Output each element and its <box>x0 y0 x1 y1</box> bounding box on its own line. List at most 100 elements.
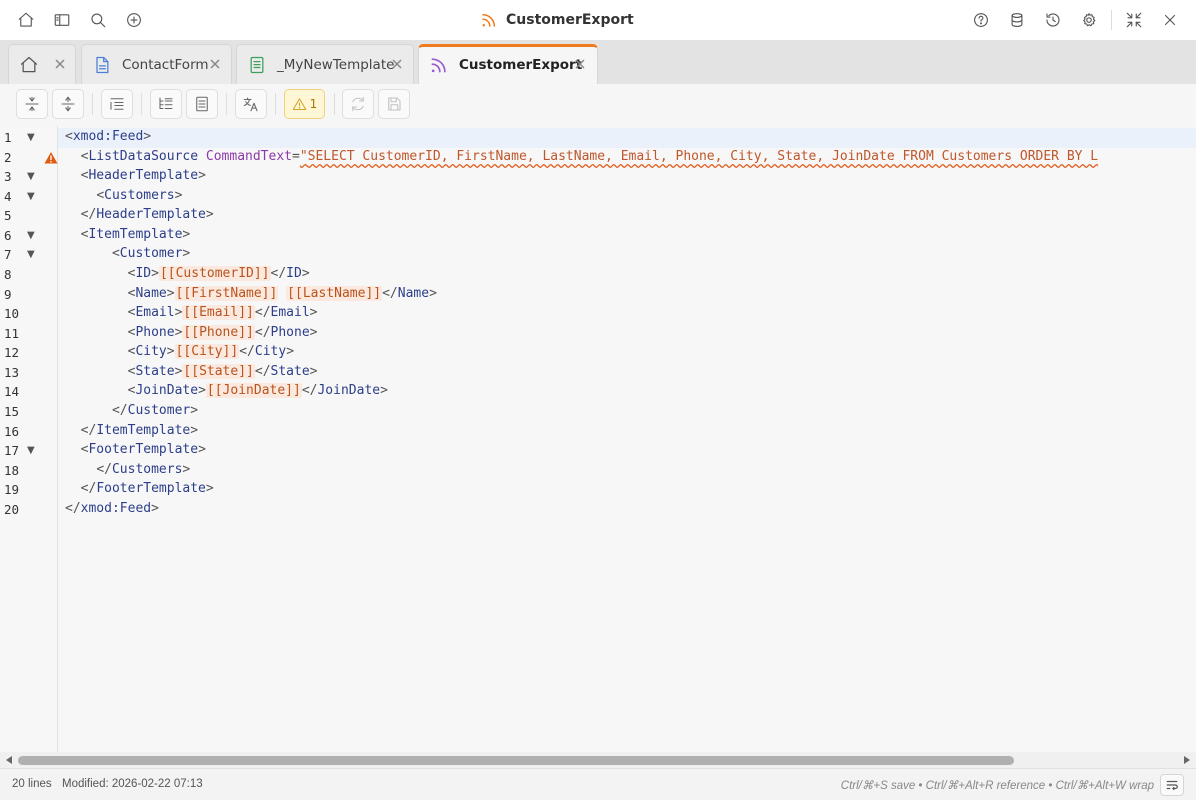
code-line: <xmod:Feed> <box>65 129 152 144</box>
tab-label: CustomerExport <box>459 57 583 73</box>
line-number: 9 <box>4 287 12 302</box>
collapse-all-button[interactable] <box>16 89 48 119</box>
collapse-icon[interactable] <box>1122 8 1146 32</box>
xml-tag: State <box>270 364 310 379</box>
editor-toolbar: 1 <box>0 84 1196 126</box>
line-number: 19 <box>4 482 20 497</box>
xml-tag: FooterTemplate <box>96 481 206 496</box>
template-token: [[FirstName]] <box>174 286 279 301</box>
toolbar-divider <box>226 93 227 115</box>
status-bar: 20 lines Modified: 2026-02-22 07:13 Ctrl… <box>0 768 1196 800</box>
close-icon[interactable] <box>53 57 67 71</box>
line-number: 6 <box>4 228 12 243</box>
database-icon[interactable] <box>1005 8 1029 32</box>
title-bar: CustomerExport <box>0 0 1196 40</box>
history-icon[interactable] <box>1041 8 1065 32</box>
xml-tag: HeaderTemplate <box>88 168 199 183</box>
code-line: <ItemTemplate> <box>80 227 191 242</box>
xml-tag: HeaderTemplate <box>96 207 206 222</box>
tree-view-button[interactable] <box>150 89 182 119</box>
warnings-button[interactable]: 1 <box>284 89 325 119</box>
tab-mynewtemplate[interactable]: _MyNewTemplate <box>236 44 414 84</box>
code-line: </Customers> <box>96 462 191 477</box>
code-line: <ListDataSource CommandText="SELECT Cust… <box>80 149 1099 164</box>
template-token: [[LastName]] <box>286 286 383 301</box>
xml-tag: City <box>254 344 287 359</box>
translate-button[interactable] <box>235 89 267 119</box>
document-icon <box>196 96 208 112</box>
xml-tag: Name <box>135 286 167 301</box>
xml-tag: City <box>135 344 167 359</box>
fold-toggle-icon[interactable]: ▼ <box>27 171 35 182</box>
gear-icon[interactable] <box>1077 8 1101 32</box>
tab-contactform[interactable]: ContactForm <box>81 44 232 84</box>
indent-button[interactable] <box>101 89 133 119</box>
fold-toggle-icon[interactable]: ▼ <box>27 132 35 143</box>
warning-icon <box>292 97 306 110</box>
help-icon[interactable] <box>969 8 993 32</box>
close-icon[interactable] <box>208 57 222 71</box>
toolbar-divider <box>334 93 335 115</box>
line-number: 15 <box>4 404 20 419</box>
line-number: 10 <box>4 306 20 321</box>
tab-home[interactable] <box>8 44 76 84</box>
warning-icon[interactable] <box>44 151 58 165</box>
xml-tag: ListDataSource <box>88 149 199 164</box>
template-token: [[JoinDate]] <box>205 383 302 398</box>
add-icon[interactable] <box>122 8 146 32</box>
xml-tag: Email <box>135 305 175 320</box>
close-icon[interactable] <box>390 57 404 71</box>
sidebar-toggle-icon[interactable] <box>50 8 74 32</box>
xml-tag: Phone <box>270 325 310 340</box>
close-icon[interactable] <box>1158 8 1182 32</box>
template-token: [[City]] <box>174 344 240 359</box>
indent-icon <box>110 98 124 110</box>
code-editor[interactable]: 1 2 3 4 5 6 7 8 9 10 11 12 13 14 15 16 1… <box>0 126 1196 752</box>
code-line: <Customer> <box>111 246 191 261</box>
tab-label: _MyNewTemplate <box>277 57 395 73</box>
word-wrap-button[interactable] <box>1160 774 1184 796</box>
active-line-highlight <box>0 128 1196 148</box>
tree-view-icon <box>159 97 173 110</box>
scroll-right-icon[interactable] <box>1182 755 1192 765</box>
fold-toggle-icon[interactable]: ▼ <box>27 191 35 202</box>
document-view-button[interactable] <box>186 89 218 119</box>
fold-toggle-icon[interactable]: ▼ <box>27 230 35 241</box>
line-count: 20 lines <box>12 778 52 790</box>
expand-all-button[interactable] <box>52 89 84 119</box>
code-line: </HeaderTemplate> <box>80 207 214 222</box>
xml-tag: xmod:Feed <box>72 129 144 144</box>
xml-tag: State <box>135 364 175 379</box>
refresh-button[interactable] <box>342 89 374 119</box>
xml-attribute: CommandText <box>205 149 292 164</box>
scroll-left-icon[interactable] <box>4 755 14 765</box>
code-line: <City>[[City]]</City> <box>127 344 295 359</box>
modified-timestamp: Modified: 2026-02-22 07:13 <box>62 778 203 790</box>
refresh-icon <box>352 96 364 112</box>
fold-toggle-icon[interactable]: ▼ <box>27 249 35 260</box>
close-icon[interactable] <box>573 57 587 71</box>
horizontal-scrollbar[interactable] <box>0 752 1196 768</box>
home-icon[interactable] <box>14 8 38 32</box>
rss-feed-icon <box>429 55 449 75</box>
code-line: <HeaderTemplate> <box>80 168 206 183</box>
scrollbar-thumb[interactable] <box>18 756 1014 765</box>
code-line: </ItemTemplate> <box>80 423 199 438</box>
xml-tag: ItemTemplate <box>88 227 183 242</box>
fold-toggle-icon[interactable]: ▼ <box>27 445 35 456</box>
code-line: <FooterTemplate> <box>80 442 206 457</box>
window-title-text: CustomerExport <box>506 12 634 28</box>
code-line: <State>[[State]]</State> <box>127 364 318 379</box>
sql-command-text: SELECT CustomerID, FirstName, LastName, … <box>307 149 1099 164</box>
xml-tag: FooterTemplate <box>88 442 199 457</box>
tab-label: ContactForm <box>122 57 209 73</box>
rss-feed-icon <box>482 14 495 27</box>
tab-customerexport[interactable]: CustomerExport <box>418 44 598 84</box>
search-icon[interactable] <box>86 8 110 32</box>
save-button[interactable] <box>378 89 410 119</box>
collapse-all-icon <box>25 96 39 112</box>
xml-tag: Customer <box>119 246 183 261</box>
line-number: 16 <box>4 424 20 439</box>
line-number: 17 <box>4 443 20 458</box>
xml-tag: Email <box>270 305 310 320</box>
